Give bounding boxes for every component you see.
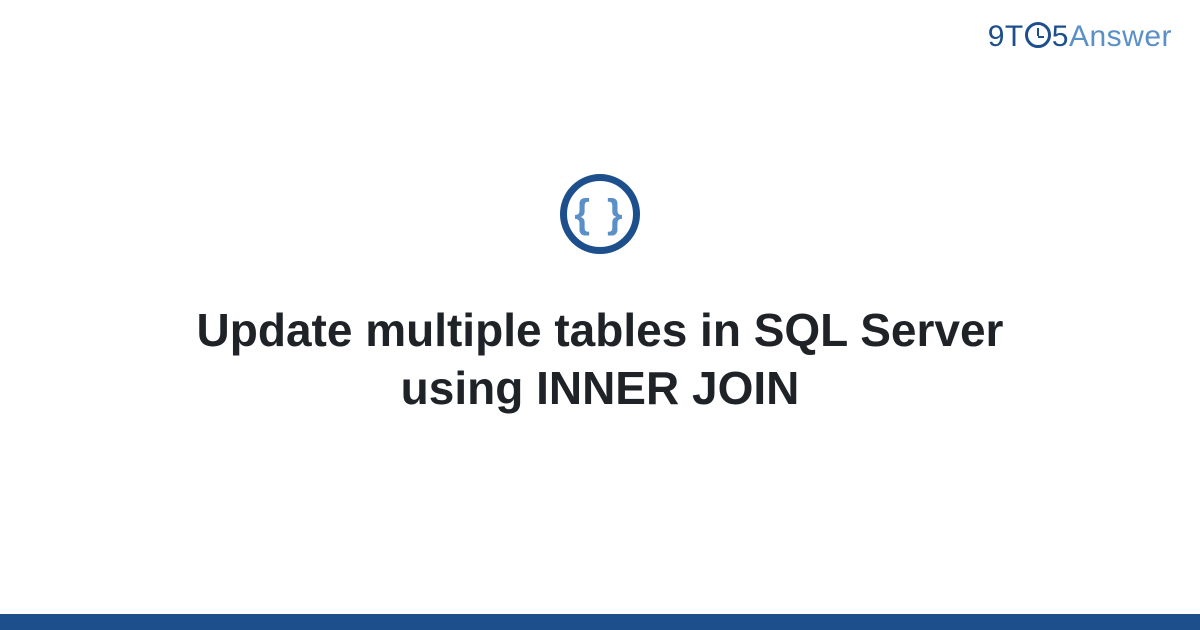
footer-bar	[0, 614, 1200, 630]
main-content: { } Update multiple tables in SQL Server…	[0, 174, 1200, 417]
site-logo[interactable]: 9T 5 Answer	[988, 20, 1172, 54]
code-braces-icon: { }	[560, 174, 640, 254]
braces-glyph: { }	[574, 194, 625, 234]
page-title: Update multiple tables in SQL Server usi…	[150, 302, 1050, 417]
clock-icon	[1025, 22, 1051, 48]
logo-text-answer: Answer	[1069, 20, 1172, 54]
logo-text-5: 5	[1052, 20, 1069, 54]
logo-text-9t: 9T	[988, 20, 1024, 54]
